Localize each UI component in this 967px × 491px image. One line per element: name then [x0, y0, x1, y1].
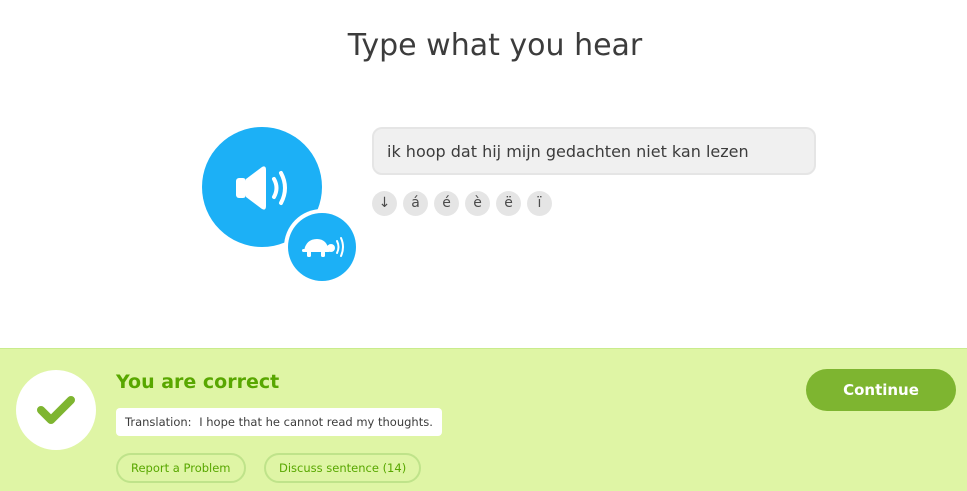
special-char-button-e-grave[interactable]: è: [465, 191, 490, 216]
special-characters-bar: ↓ á é è ë ï: [372, 191, 552, 216]
translation-label: Translation:: [125, 415, 192, 429]
special-char-button-e-diaeresis[interactable]: ë: [496, 191, 521, 216]
translation-text: I hope that he cannot read my thoughts.: [199, 415, 433, 429]
feedback-footer: You are correct Translation: I hope that…: [0, 348, 967, 491]
answer-input[interactable]: [372, 127, 816, 175]
continue-button[interactable]: Continue: [806, 369, 956, 411]
slow-audio-button[interactable]: [288, 213, 356, 281]
speaker-icon: [236, 166, 287, 210]
special-char-button-i-diaeresis[interactable]: ï: [527, 191, 552, 216]
success-badge: [16, 370, 96, 450]
checkmark-icon: [37, 396, 75, 424]
special-char-button-a-acute[interactable]: á: [403, 191, 428, 216]
special-char-button-down-arrow[interactable]: ↓: [372, 191, 397, 216]
result-title: You are correct: [116, 371, 280, 393]
turtle-icon: [302, 237, 344, 257]
special-char-button-e-acute[interactable]: é: [434, 191, 459, 216]
lesson-page: Type what you hear ↓ á é è ë: [0, 0, 967, 491]
discuss-sentence-button[interactable]: Discuss sentence (14): [264, 453, 422, 483]
report-problem-button[interactable]: Report a Problem: [116, 453, 246, 483]
page-title: Type what you hear: [347, 28, 643, 63]
slow-audio-button-ring: [284, 209, 360, 285]
translation-box: Translation: I hope that he cannot read …: [116, 408, 442, 436]
